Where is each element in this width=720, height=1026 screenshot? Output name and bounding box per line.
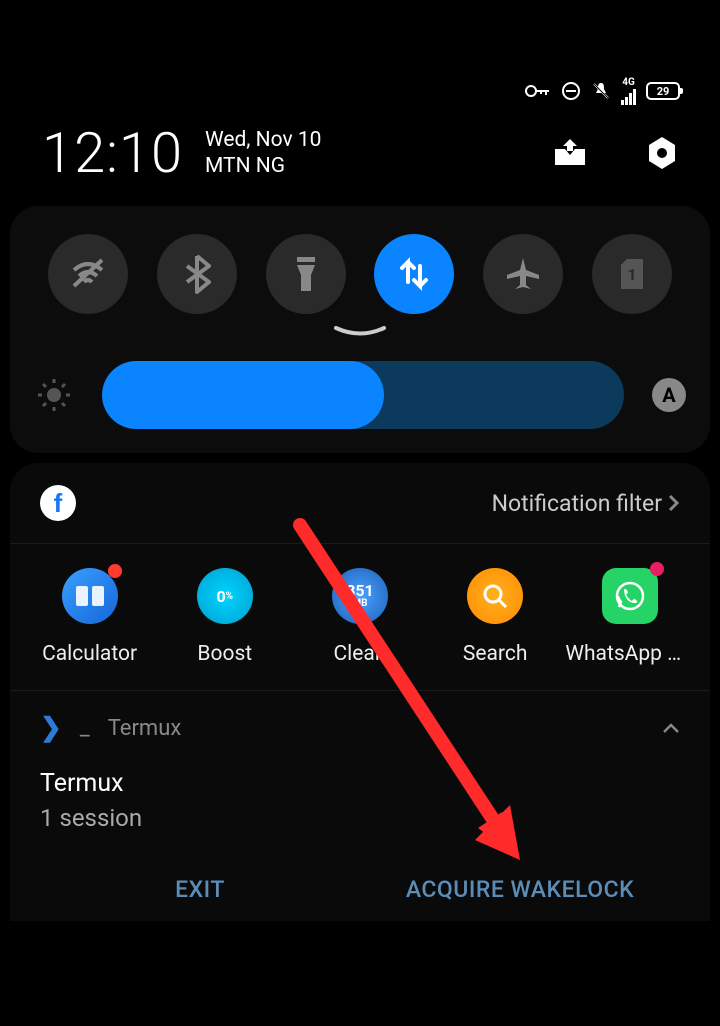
flashlight-toggle[interactable] (266, 234, 346, 314)
chevron-right-icon (668, 494, 680, 512)
clean-icon: 351MB (332, 568, 388, 624)
collapse-icon[interactable] (662, 716, 680, 741)
notification-filter-link[interactable]: Notification filter (492, 490, 680, 517)
vpn-key-icon (525, 84, 551, 98)
header: 12:10 Wed, Nov 10 MTN NG (0, 110, 720, 206)
exit-button[interactable]: EXIT (40, 862, 360, 921)
whatsapp-icon (602, 568, 658, 624)
termux-title: Termux (40, 769, 680, 798)
clock-time: 12:10 (42, 120, 183, 186)
app-calculator[interactable]: Calculator (25, 568, 155, 666)
brightness-slider[interactable] (102, 361, 624, 429)
carrier-text: MTN NG (205, 154, 321, 178)
mobile-data-toggle[interactable] (374, 234, 454, 314)
app-boost[interactable]: 0% Boost (160, 568, 290, 666)
shortcut-apps-row: Calculator 0% Boost 351MB Clean Search W… (10, 544, 710, 691)
app-label: Clean (295, 642, 425, 666)
boost-icon: 0% (197, 568, 253, 624)
acquire-wakelock-button[interactable]: ACQUIRE WAKELOCK (360, 862, 680, 921)
app-label: WhatsApp M… (565, 642, 695, 666)
notification-area: f Notification filter Calculator 0% Boos… (10, 463, 710, 921)
app-clean[interactable]: 351MB Clean (295, 568, 425, 666)
auto-brightness-toggle[interactable]: A (652, 378, 686, 412)
sim-toggle[interactable]: 1 (592, 234, 672, 314)
notification-filter-label: Notification filter (492, 490, 662, 517)
app-search[interactable]: Search (430, 568, 560, 666)
inbox-icon[interactable] (552, 135, 588, 171)
airplane-toggle[interactable] (483, 234, 563, 314)
quick-settings-panel: 1 A (10, 206, 710, 453)
search-icon (467, 568, 523, 624)
app-label: Boost (160, 642, 290, 666)
signal-icon: 4G (621, 78, 636, 105)
termux-prompt-icon: ❯ (40, 713, 62, 743)
status-bar: 4G 29 (0, 0, 720, 110)
settings-icon[interactable] (644, 135, 680, 171)
date-text: Wed, Nov 10 (205, 128, 321, 152)
battery-icon: 29 (646, 82, 680, 100)
expand-handle-icon[interactable] (34, 324, 686, 343)
svg-text:1: 1 (627, 265, 636, 284)
dnd-icon (561, 81, 581, 101)
bluetooth-toggle[interactable] (157, 234, 237, 314)
app-label: Search (430, 642, 560, 666)
termux-cursor-icon: _ (80, 716, 90, 741)
date-carrier: Wed, Nov 10 MTN NG (205, 128, 321, 178)
brightness-icon (34, 377, 74, 413)
app-label: Calculator (25, 642, 155, 666)
termux-notification[interactable]: ❯ _ Termux Termux 1 session EXIT ACQUIRE… (10, 691, 710, 921)
mute-icon (591, 81, 611, 101)
facebook-icon[interactable]: f (40, 485, 76, 521)
termux-app-name: Termux (108, 716, 182, 741)
calculator-icon (62, 568, 118, 624)
wifi-toggle[interactable] (48, 234, 128, 314)
termux-subtitle: 1 session (40, 804, 680, 832)
app-whatsapp[interactable]: WhatsApp M… (565, 568, 695, 666)
